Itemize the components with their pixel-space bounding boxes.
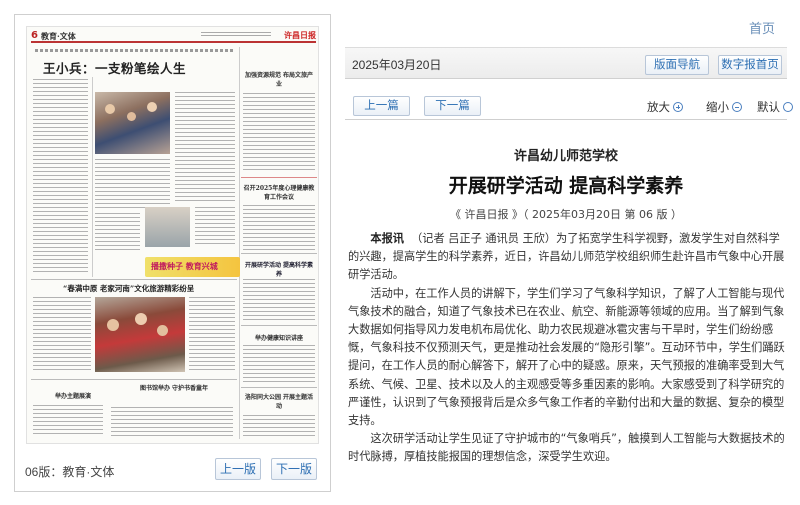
article-body: 本报讯 （记者 吕正子 通讯员 王欣）为了拓宽学生科学视野，激发学生对自然科学的… [348, 230, 785, 467]
paragraph-text: （记者 吕正子 通讯员 王欣）为了拓宽学生科学视野，激发学生对自然科学的兴趣，提… [348, 232, 785, 282]
zoom-in-label: 放大 [647, 102, 670, 114]
newspaper-banner: 播撒种子 教育兴城 [145, 257, 240, 277]
section-divider [241, 387, 317, 388]
newspaper-main-headline[interactable]: 王小兵：一支粉笔绘人生 [43, 58, 186, 77]
zoom-default-label: 默认 [757, 102, 780, 114]
text-block [243, 415, 315, 439]
zoom-out-button[interactable]: 缩小 [706, 99, 742, 115]
newspaper-section-name: 教育·文体 [41, 31, 76, 41]
festival-photo [95, 297, 185, 372]
section-divider [241, 325, 317, 326]
newspaper-headline-library[interactable]: 图书馆举办 守护书香童年 [139, 384, 209, 393]
article-title: 开展研学活动 提高科学素养 [448, 175, 684, 197]
next-article-button[interactable]: 下一篇 [424, 96, 481, 116]
date-bar: 2025年03月20日 版面导航 数字报首页 [345, 47, 787, 79]
newspaper-headline-health[interactable]: 举办健康知识讲座 [255, 333, 303, 342]
article-toolbar: 上一篇 下一篇 放大 缩小 默认 [345, 93, 793, 120]
text-block [189, 297, 235, 372]
zoom-in-button[interactable]: 放大 [647, 99, 683, 115]
article-content: 许昌幼儿师范学校 开展研学活动 提高科学素养 《 许昌日报 》（ 2025年03… [345, 130, 787, 463]
newspaper-headline-culture[interactable]: 加强资源规范 布局文旅产业 [243, 71, 315, 89]
section-divider [241, 177, 317, 178]
newspaper-masthead: 许昌日报 [284, 30, 316, 40]
text-block [243, 279, 315, 321]
newspaper-page-number: 6 [31, 30, 38, 41]
newspaper-headline-psychology[interactable]: 召开2025年度心理健康教育工作会议 [243, 184, 315, 202]
text-block [243, 345, 315, 383]
newspaper-kicker-line [35, 49, 235, 52]
newspaper-feature-headline[interactable]: “春满中原 老家河南”文化旅游精彩纷呈 [63, 283, 194, 294]
text-block [243, 205, 315, 250]
zoom-out-label: 缩小 [706, 102, 729, 114]
text-block [95, 213, 140, 253]
issue-date: 2025年03月20日 [352, 58, 442, 72]
text-block [33, 405, 103, 437]
article-source-line: 《 许昌日报 》（ 2025年03月20日 第 06 版 ） [450, 208, 682, 221]
article-organization: 许昌幼儿师范学校 [513, 149, 618, 164]
text-block [33, 79, 88, 274]
prev-article-button[interactable]: 上一篇 [353, 96, 410, 116]
text-block [33, 297, 91, 372]
text-block [111, 407, 233, 437]
text-block [195, 207, 235, 247]
column-divider [239, 47, 240, 439]
newspaper-header: 6 教育·文体 许昌日报 [31, 30, 316, 43]
column-divider [92, 77, 93, 277]
section-divider [241, 253, 317, 254]
newspaper-meta-lines [201, 32, 271, 38]
next-page-button[interactable]: 下一版 [271, 458, 317, 480]
layout-nav-button[interactable]: 版面导航 [645, 55, 709, 75]
prev-page-button[interactable]: 上一版 [215, 458, 261, 480]
newspaper-headline-exhibit[interactable]: 举办主题展演 [55, 391, 91, 400]
text-block [95, 159, 170, 209]
section-divider [31, 379, 237, 380]
small-photo [145, 207, 190, 247]
minus-circle-icon [732, 102, 742, 112]
text-block [243, 93, 315, 173]
teacher-classroom-photo [95, 92, 170, 154]
newspaper-headline-park[interactable]: 洛阳同大公园 开展主题活动 [243, 393, 315, 411]
home-link[interactable]: 首页 [749, 18, 775, 37]
article-paragraph: 本报讯 （记者 吕正子 通讯员 王欣）为了拓宽学生科学视野，激发学生对自然科学的… [348, 230, 785, 285]
newspaper-page-image[interactable]: 6 教育·文体 许昌日报 王小兵：一支粉笔绘人生 播撒种子 教育兴城 “春满中原… [26, 26, 319, 444]
section-divider [31, 279, 237, 280]
newspaper-headline-current-article[interactable]: 开展研学活动 提高科学素养 [243, 261, 315, 279]
banner-text: 播撒种子 教育兴城 [151, 262, 218, 271]
plus-circle-icon [673, 102, 683, 112]
circle-icon [783, 102, 793, 112]
text-block [175, 92, 235, 202]
newspaper-panel: 6 教育·文体 许昌日报 王小兵：一支粉笔绘人生 播撒种子 教育兴城 “春满中原… [14, 14, 331, 492]
article-paragraph: 这次研学活动让学生见证了守护城市的“气象哨兵”，触摸到人工智能与大数据技术的时代… [348, 432, 785, 464]
page-label: 06版：教育·文体 [25, 465, 115, 479]
article-paragraph: 活动中，在工作人员的讲解下，学生们学习了气象科学知识，了解了人工智能与现代气象技… [348, 286, 785, 428]
zoom-default-button[interactable]: 默认 [757, 99, 793, 115]
digital-home-button[interactable]: 数字报首页 [718, 55, 782, 75]
lead-label: 本报讯 [370, 232, 404, 245]
